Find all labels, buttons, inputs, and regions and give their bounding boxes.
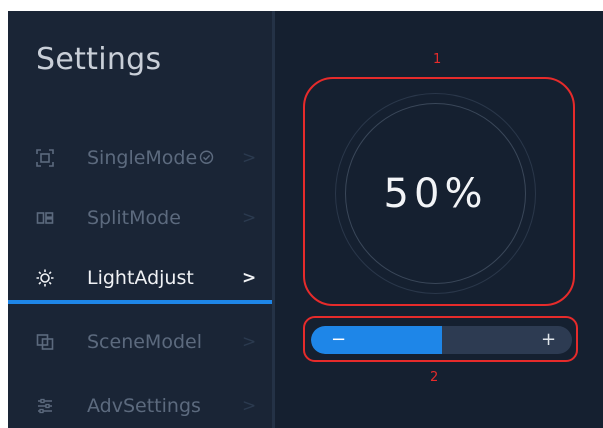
split-mode-icon: [36, 209, 54, 227]
decrease-brightness-button[interactable]: −: [331, 326, 346, 354]
panel-divider: [272, 11, 275, 428]
scene-model-icon: [36, 333, 54, 351]
annotation-label-1: 1: [433, 52, 442, 67]
chevron-right-icon: >: [242, 268, 257, 288]
page-title: Settings: [36, 42, 162, 77]
sidebar-item-label: SingleMode: [87, 147, 214, 170]
chevron-right-icon: >: [242, 208, 257, 228]
sidebar-item-single-mode[interactable]: SingleMode >: [8, 128, 272, 188]
sidebar-item-label: SceneModel: [87, 331, 202, 353]
sidebar: Settings SingleMode > SplitMode > LightA…: [8, 11, 272, 428]
chevron-right-icon: >: [242, 148, 257, 168]
chevron-right-icon: >: [242, 332, 257, 352]
increase-brightness-button[interactable]: +: [541, 326, 556, 354]
sidebar-item-label: LightAdjust: [87, 267, 194, 289]
settings-screen: Settings SingleMode > SplitMode > LightA…: [8, 11, 603, 428]
sidebar-item-split-mode[interactable]: SplitMode >: [8, 188, 272, 248]
brightness-slider[interactable]: [311, 326, 572, 354]
light-adjust-icon: [36, 269, 54, 287]
sidebar-item-label: AdvSettings: [87, 395, 201, 417]
single-mode-icon: [36, 149, 54, 167]
sidebar-item-scene-model[interactable]: SceneModel >: [8, 312, 272, 372]
active-tab-indicator: [8, 300, 272, 304]
app: Settings SingleMode > SplitMode > LightA…: [0, 0, 603, 428]
chevron-right-icon: >: [242, 396, 257, 416]
brightness-value: 50%: [383, 170, 488, 217]
sidebar-item-light-adjust[interactable]: LightAdjust >: [8, 248, 272, 308]
sidebar-item-label: SplitMode: [87, 207, 181, 229]
adv-settings-icon: [36, 397, 54, 415]
check-circle-icon: [199, 147, 214, 169]
annotation-label-2: 2: [430, 370, 439, 385]
sidebar-item-adv-settings[interactable]: AdvSettings >: [8, 376, 272, 428]
